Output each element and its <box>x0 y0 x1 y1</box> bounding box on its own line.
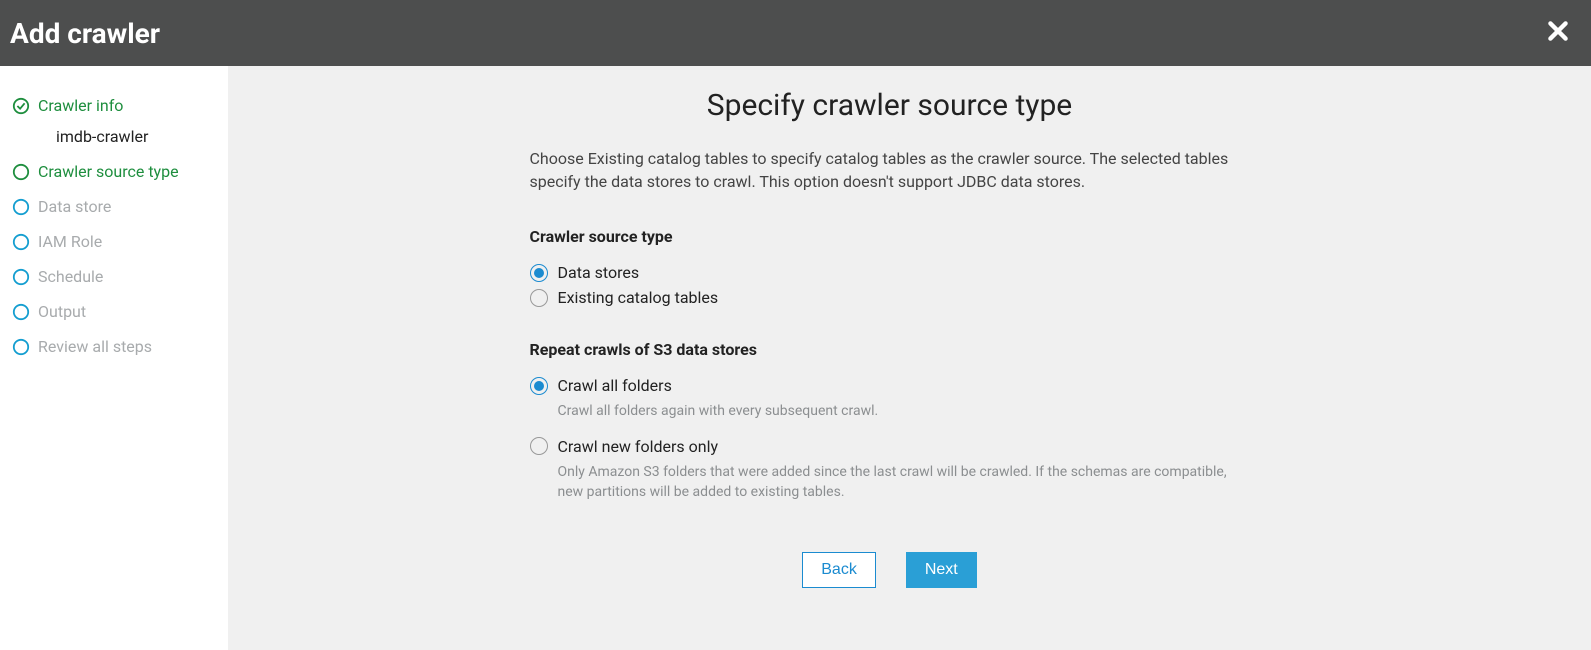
next-button[interactable]: Next <box>906 552 977 588</box>
step-review-all-steps[interactable]: Review all steps <box>12 329 226 364</box>
radio-icon <box>530 264 548 282</box>
step-iam-role[interactable]: IAM Role <box>12 224 226 259</box>
radio-label: Existing catalog tables <box>558 288 719 307</box>
circle-icon <box>12 198 30 216</box>
close-icon[interactable] <box>1545 18 1571 48</box>
section-repeat-crawls: Repeat crawls of S3 data stores Crawl al… <box>530 340 1250 502</box>
step-label: Crawler info <box>38 96 123 115</box>
radio-label: Crawl new folders only <box>558 437 719 456</box>
radio-crawl-new-folders-only[interactable]: Crawl new folders only <box>530 434 1250 459</box>
dialog-title: Add crawler <box>10 17 160 50</box>
main-panel: Specify crawler source type Choose Exist… <box>228 66 1591 650</box>
step-label: Review all steps <box>38 337 152 356</box>
back-button[interactable]: Back <box>802 552 876 588</box>
radio-icon <box>530 377 548 395</box>
step-output[interactable]: Output <box>12 294 226 329</box>
check-circle-icon <box>12 97 30 115</box>
dialog-header: Add crawler <box>0 0 1591 66</box>
step-schedule[interactable]: Schedule <box>12 259 226 294</box>
circle-icon <box>12 338 30 356</box>
wizard-sidebar: Crawler info imdb-crawler Crawler source… <box>0 66 228 650</box>
circle-icon <box>12 268 30 286</box>
section-title: Repeat crawls of S3 data stores <box>530 340 1250 359</box>
section-title: Crawler source type <box>530 227 1250 246</box>
radio-description: Only Amazon S3 folders that were added s… <box>558 463 1250 502</box>
circle-icon <box>12 163 30 181</box>
step-label: Crawler source type <box>38 162 179 181</box>
radio-data-stores[interactable]: Data stores <box>530 260 1250 285</box>
radio-description: Crawl all folders again with every subse… <box>558 402 1250 422</box>
step-label: Schedule <box>38 267 103 286</box>
radio-existing-catalog-tables[interactable]: Existing catalog tables <box>530 285 1250 310</box>
radio-label: Data stores <box>558 263 640 282</box>
step-crawler-info-sub: imdb-crawler <box>12 123 226 154</box>
page-description: Choose Existing catalog tables to specif… <box>530 147 1250 193</box>
step-crawler-source-type[interactable]: Crawler source type <box>12 154 226 189</box>
step-label: Output <box>38 302 86 321</box>
step-crawler-info[interactable]: Crawler info <box>12 88 226 123</box>
radio-icon <box>530 437 548 455</box>
circle-icon <box>12 233 30 251</box>
radio-icon <box>530 289 548 307</box>
page-title: Specify crawler source type <box>530 88 1250 123</box>
step-data-store[interactable]: Data store <box>12 189 226 224</box>
circle-icon <box>12 303 30 321</box>
radio-label: Crawl all folders <box>558 376 672 395</box>
radio-crawl-all-folders[interactable]: Crawl all folders <box>530 373 1250 398</box>
wizard-footer: Back Next <box>530 552 1250 588</box>
step-label: IAM Role <box>38 232 102 251</box>
section-crawler-source-type: Crawler source type Data stores Existing… <box>530 227 1250 310</box>
step-label: Data store <box>38 197 111 216</box>
